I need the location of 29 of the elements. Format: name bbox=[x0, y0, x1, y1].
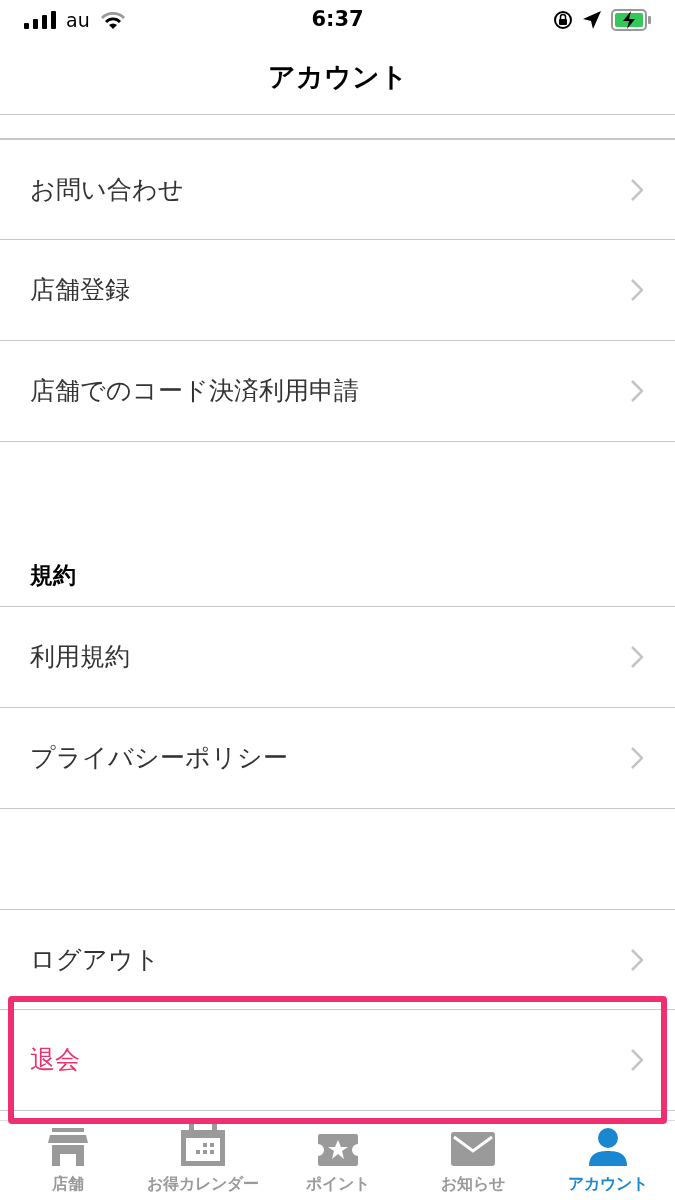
signal-icon bbox=[24, 11, 56, 29]
menu-item-label[interactable]: お問い合わせ bbox=[30, 170, 184, 209]
person-icon bbox=[588, 1128, 627, 1166]
wifi-icon bbox=[99, 11, 126, 29]
star-ticket-icon bbox=[317, 1134, 358, 1166]
rotation-lock-icon bbox=[553, 10, 573, 30]
chevron-right-icon bbox=[631, 279, 643, 301]
mail-icon bbox=[450, 1132, 495, 1166]
chevron-right-icon bbox=[631, 380, 643, 402]
section-header: 規約 bbox=[30, 561, 76, 591]
battery-charging-icon bbox=[611, 9, 651, 31]
menu-item-label[interactable]: 店舗登録 bbox=[30, 271, 130, 309]
menu-item-label[interactable]: 店舗でのコード決済利用申請 bbox=[30, 372, 359, 410]
calendar-icon bbox=[180, 1124, 225, 1166]
clock-time: 6:37 bbox=[311, 6, 364, 34]
menu-item-label[interactable]: プライバシーポリシー bbox=[30, 739, 288, 777]
chevron-right-icon bbox=[631, 646, 643, 668]
menu-item-label[interactable]: ログアウト bbox=[30, 940, 160, 979]
chevron-right-icon bbox=[631, 747, 643, 769]
chevron-right-icon bbox=[631, 948, 643, 971]
carrier-name: au bbox=[66, 7, 90, 33]
store-icon bbox=[47, 1128, 88, 1166]
chevron-right-icon bbox=[631, 1049, 643, 1071]
location-arrow-icon bbox=[583, 11, 601, 29]
chevron-right-icon bbox=[631, 178, 643, 201]
menu-item-label[interactable]: 退会 bbox=[30, 1041, 80, 1079]
menu-item-label[interactable]: 利用規約 bbox=[30, 638, 130, 676]
screen-title: アカウント bbox=[267, 59, 408, 94]
tab-bar-item[interactable]: アカウント bbox=[540, 1121, 675, 1200]
